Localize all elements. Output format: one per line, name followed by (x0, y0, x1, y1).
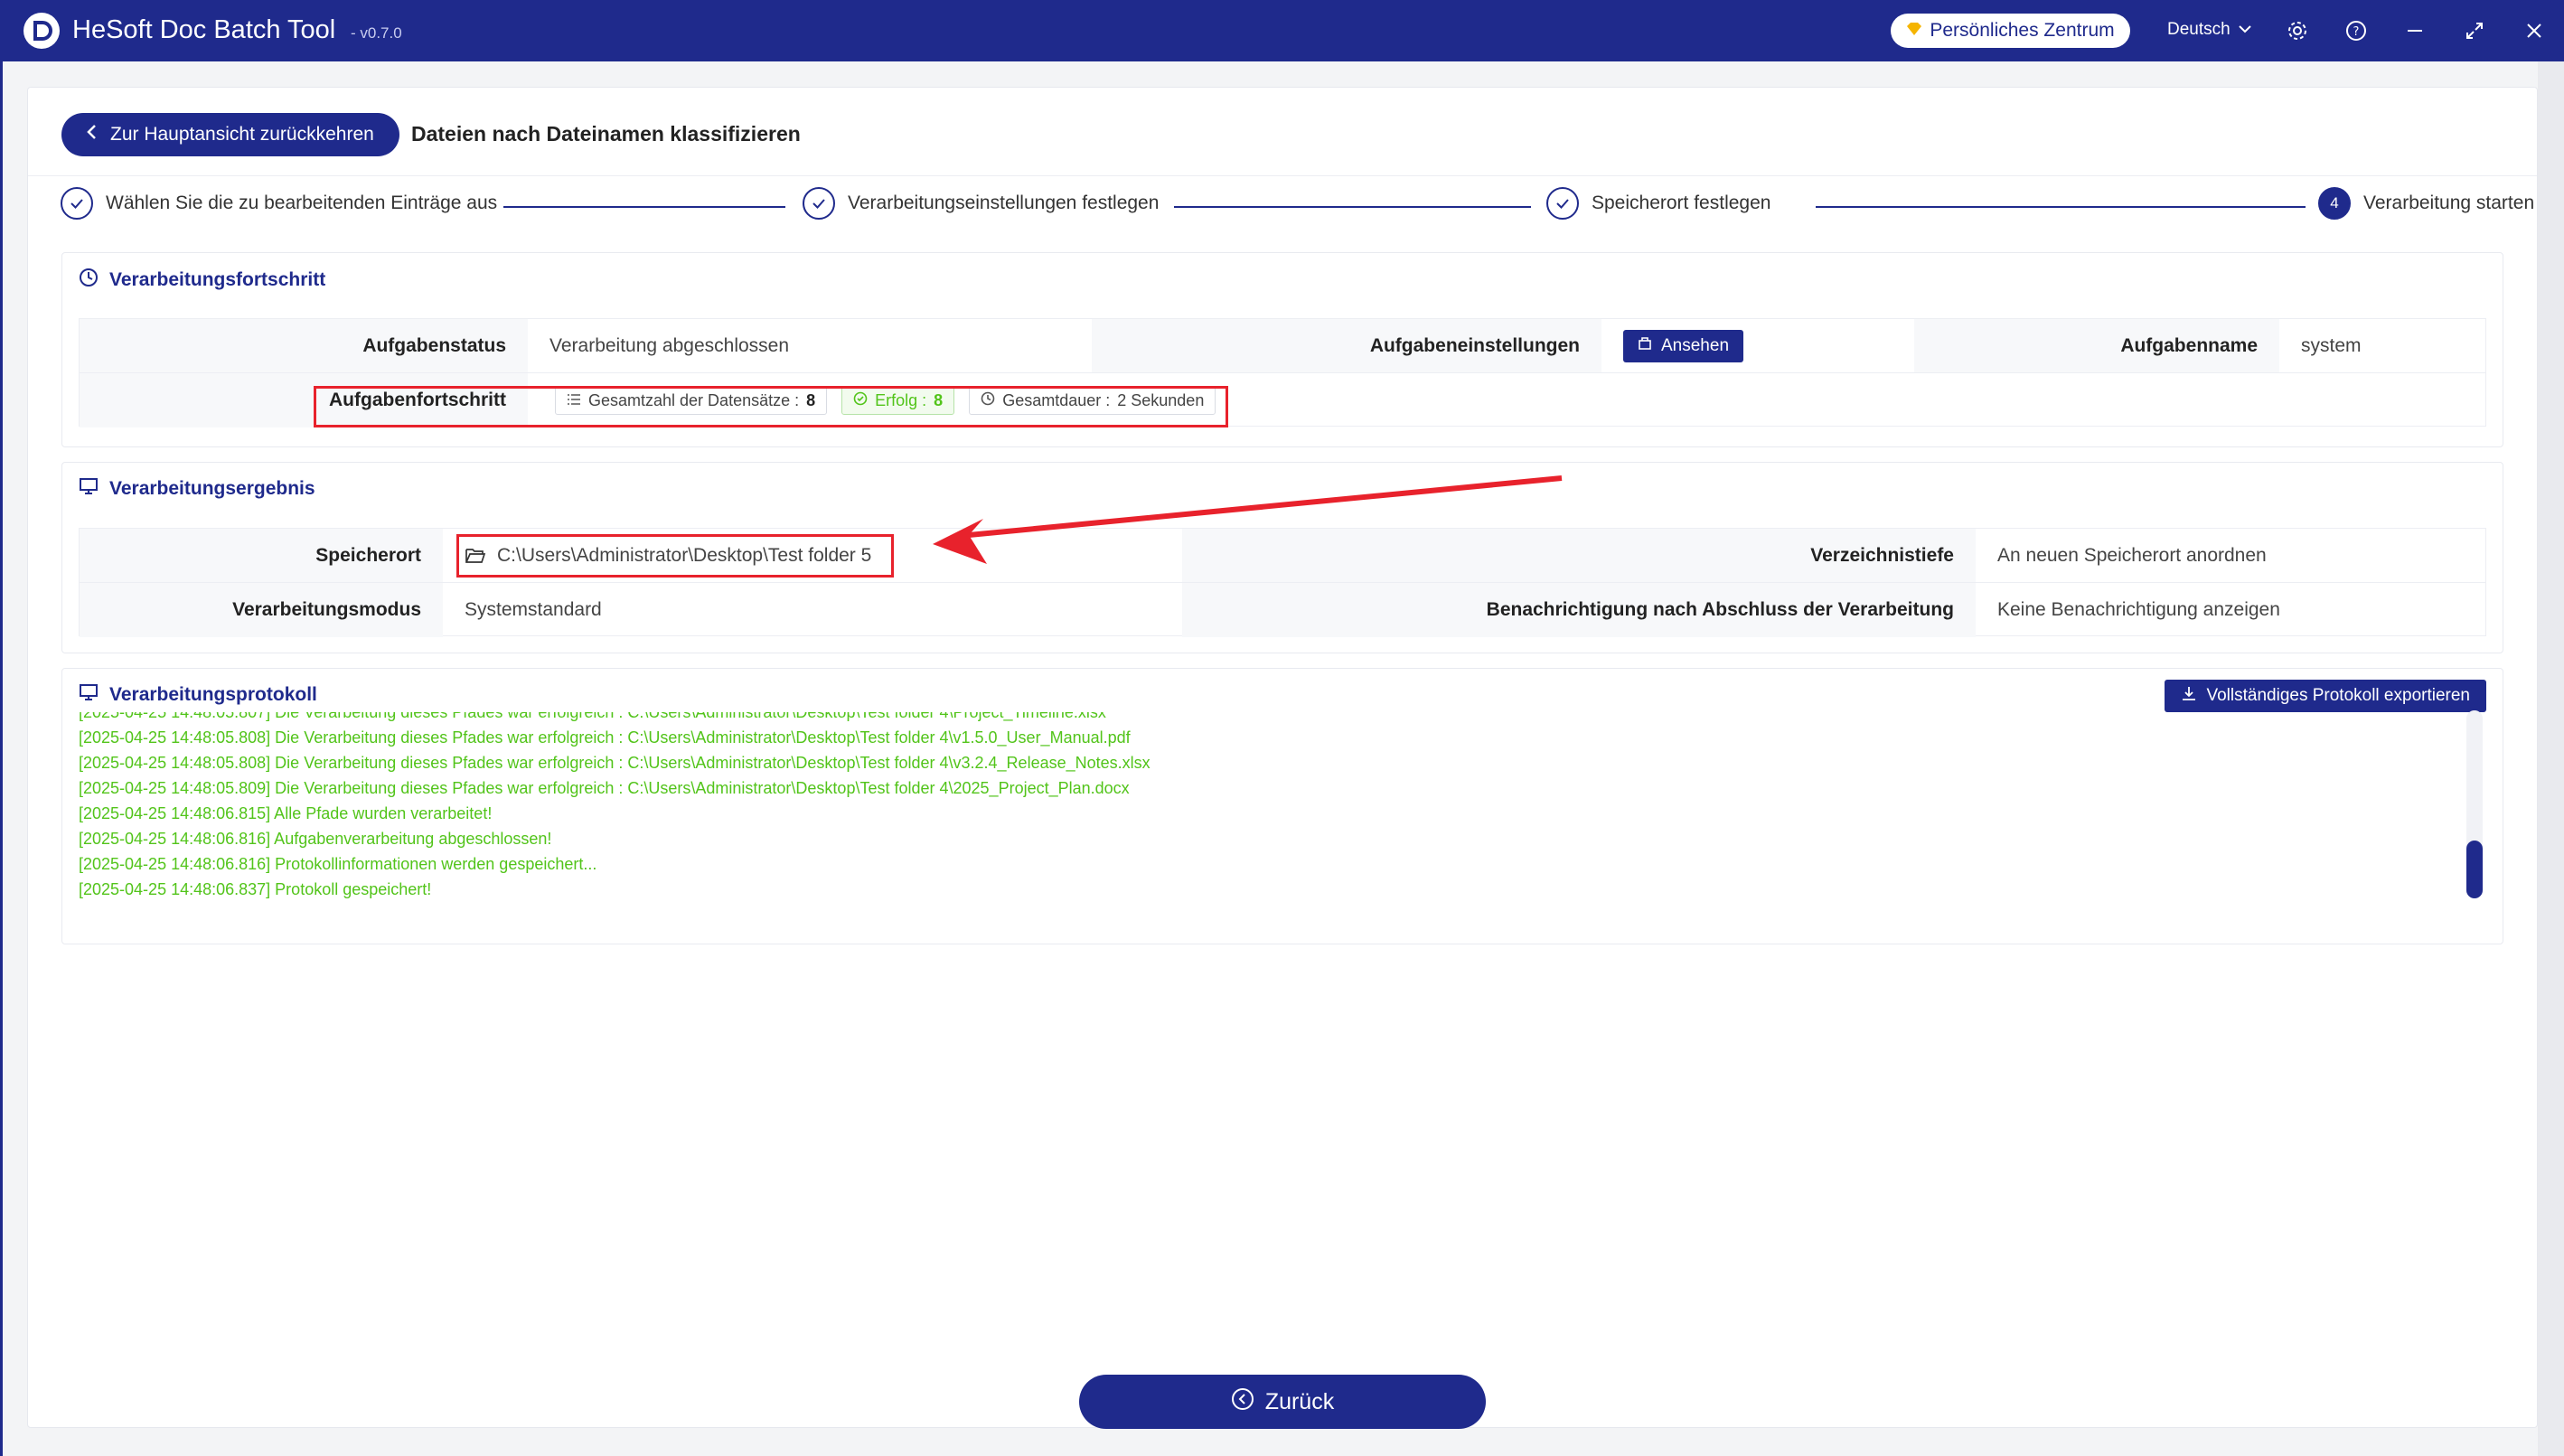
step-connector (1816, 206, 2306, 208)
task-name-value: system (2301, 334, 2362, 356)
svg-text:?: ? (2353, 25, 2360, 39)
depth-label: Verzeichnistiefe (1182, 529, 1976, 582)
step-3-label: Speicherort festlegen (1592, 193, 1771, 213)
settings-value: Ansehen (1601, 319, 1914, 372)
depth-value: An neuen Speicherort anordnen (1997, 544, 2267, 566)
back-button[interactable]: Zurück (1079, 1375, 1486, 1429)
log-line: [2025-04-25 14:48:06.816] Protokollinfor… (79, 855, 597, 873)
app-title: HeSoft Doc Batch Tool (72, 15, 336, 44)
back-button-label: Zurück (1264, 1388, 1335, 1414)
window-edge (0, 61, 3, 1456)
status-label: Aufgabenstatus (80, 319, 528, 372)
table-row: Verarbeitungsmodus Systemstandard Benach… (80, 583, 2485, 637)
header-divider (28, 175, 2537, 176)
step-1-label: Wählen Sie die zu bearbeitenden Einträge… (106, 193, 498, 213)
location-label: Speicherort (80, 529, 443, 582)
log-line: [2025-04-25 14:48:05.807] Die Verarbeitu… (79, 712, 1106, 721)
check-icon (803, 187, 835, 220)
progress-section-title: Verarbeitungsfortschritt (79, 268, 325, 293)
chevron-left-icon (85, 123, 98, 146)
log-section: Verarbeitungsprotokoll Vollständiges Pro… (61, 668, 2503, 944)
result-section: Verarbeitungsergebnis Speicherort C:\Use… (61, 462, 2503, 653)
step-connector (503, 206, 785, 208)
check-icon (61, 187, 93, 220)
download-icon (2181, 685, 2197, 707)
log-section-title: Verarbeitungsprotokoll (79, 683, 317, 707)
step-1: Wählen Sie die zu bearbeitenden Einträge… (61, 187, 497, 220)
back-to-main-label: Zur Hauptansicht zurückkehren (110, 124, 374, 145)
log-line: [2025-04-25 14:48:06.837] Protokoll gesp… (79, 880, 432, 898)
main-panel: Zur Hauptansicht zurückkehren Dateien na… (27, 87, 2538, 1428)
app-version: - v0.7.0 (351, 24, 402, 42)
chevron-down-icon (2238, 20, 2252, 40)
step-2-label: Verarbeitungseinstellungen festlegen (848, 193, 1160, 213)
view-settings-label: Ansehen (1661, 335, 1730, 355)
log-line: [2025-04-25 14:48:05.808] Die Verarbeitu… (79, 754, 1151, 772)
log-lines: [2025-04-25 14:48:05.807] Die Verarbeitu… (79, 712, 1151, 902)
highlight-box-progress (314, 386, 1228, 427)
mode-label: Verarbeitungsmodus (80, 583, 443, 637)
progress-title-label: Verarbeitungsfortschritt (109, 269, 326, 290)
clock-icon (79, 268, 99, 293)
page-title: Dateien nach Dateinamen klassifizieren (411, 122, 801, 146)
check-icon (1546, 187, 1579, 220)
step-4: 4 Verarbeitung starten (2318, 187, 2534, 220)
step-indicator: Wählen Sie die zu bearbeitenden Einträge… (61, 187, 2537, 227)
log-line: [2025-04-25 14:48:05.808] Die Verarbeitu… (79, 728, 1131, 747)
status-value: Verarbeitung abgeschlossen (549, 334, 790, 356)
monitor-icon (79, 477, 99, 501)
log-line: [2025-04-25 14:48:06.815] Alle Pfade wur… (79, 804, 493, 822)
view-icon (1638, 336, 1652, 356)
notify-label: Benachrichtigung nach Abschluss der Vera… (1182, 583, 1976, 637)
log-output[interactable]: [2025-04-25 14:48:05.807] Die Verarbeitu… (79, 712, 2374, 902)
back-circle-icon (1231, 1387, 1254, 1417)
step-4-number: 4 (2318, 187, 2351, 220)
monitor-icon (79, 683, 99, 707)
personal-center-button[interactable]: Persönliches Zentrum (1891, 14, 2130, 48)
app-logo-icon (23, 13, 60, 49)
back-to-main-button[interactable]: Zur Hauptansicht zurückkehren (61, 113, 399, 156)
result-section-title: Verarbeitungsergebnis (79, 477, 315, 501)
view-settings-button[interactable]: Ansehen (1623, 329, 1744, 362)
log-scrollbar-thumb[interactable] (2466, 841, 2483, 898)
result-table: Speicherort C:\Users\Administrator\Deskt… (79, 528, 2486, 637)
log-scrollbar[interactable] (2466, 710, 2483, 898)
step-2: Verarbeitungseinstellungen festlegen (803, 187, 1159, 220)
log-line: [2025-04-25 14:48:05.809] Die Verarbeitu… (79, 779, 1130, 797)
export-log-label: Vollständiges Protokoll exportieren (2206, 686, 2470, 705)
step-4-label: Verarbeitung starten (2363, 193, 2535, 213)
close-icon[interactable] (2520, 16, 2549, 45)
title-bar: HeSoft Doc Batch Tool - v0.7.0 Persönlic… (0, 0, 2564, 61)
notify-value: Keine Benachrichtigung anzeigen (1997, 599, 2280, 620)
highlight-box-location (456, 534, 894, 578)
log-line: [2025-04-25 14:48:06.816] Aufgabenverarb… (79, 830, 552, 848)
help-icon[interactable]: ? (2342, 16, 2371, 45)
result-title-label: Verarbeitungsergebnis (109, 478, 315, 499)
export-log-button[interactable]: Vollständiges Protokoll exportieren (2165, 680, 2486, 712)
settings-label: Aufgabeneinstellungen (1092, 319, 1601, 372)
maximize-icon[interactable] (2460, 16, 2489, 45)
settings-gear-icon[interactable] (2283, 16, 2312, 45)
diamond-icon (1906, 20, 1922, 42)
table-row: Aufgabenstatus Verarbeitung abgeschlosse… (80, 319, 2485, 373)
step-connector (1174, 206, 1531, 208)
mode-value: Systemstandard (465, 599, 602, 620)
table-row: Speicherort C:\Users\Administrator\Deskt… (80, 529, 2485, 583)
task-name-label: Aufgabenname (1914, 319, 2279, 372)
language-label: Deutsch (2167, 20, 2231, 39)
log-title-label: Verarbeitungsprotokoll (109, 684, 317, 705)
personal-center-label: Persönliches Zentrum (1930, 20, 2115, 41)
step-3: Speicherort festlegen (1546, 187, 1770, 220)
window-edge-right (2538, 61, 2564, 1456)
minimize-icon[interactable] (2400, 16, 2429, 45)
language-select[interactable]: Deutsch (2167, 20, 2252, 40)
